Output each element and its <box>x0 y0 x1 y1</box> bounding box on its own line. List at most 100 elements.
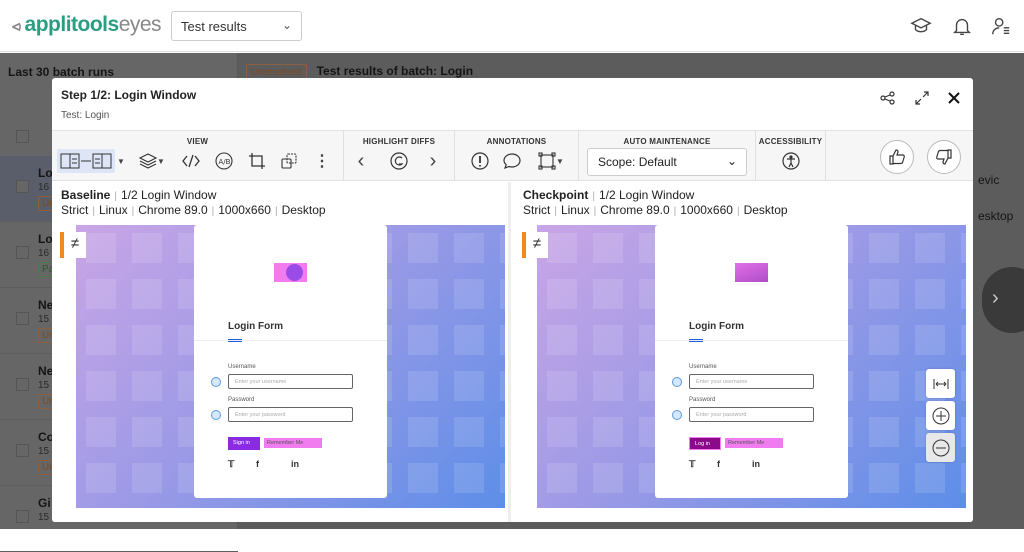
scope-select[interactable]: Scope: Default ⌄ <box>587 148 747 176</box>
background-tile <box>408 233 438 263</box>
background-tile <box>961 279 966 309</box>
background-tile <box>408 417 438 447</box>
view-group: VIEW ▼ ▼ A/B ⋮ <box>52 131 344 181</box>
close-icon[interactable] <box>946 90 962 106</box>
checkpoint-panel: Checkpoint | 1/2 Login Window Strict | Linux… <box>514 182 973 522</box>
previous-diff-button[interactable]: ‹ <box>349 149 373 173</box>
background-tile <box>593 279 623 309</box>
accessibility-group: ACCESSIBILITY <box>756 131 826 181</box>
annotations-group: ANNOTATIONS ▼ <box>455 131 579 181</box>
copy-regions-icon[interactable] <box>277 149 301 173</box>
next-diff-button[interactable]: › <box>421 149 445 173</box>
crop-icon[interactable] <box>245 149 269 173</box>
background-tile <box>408 279 438 309</box>
facebook-icon[interactable]: f <box>256 459 259 469</box>
layers-icon[interactable]: ▼ <box>134 149 170 173</box>
background-tile <box>132 371 162 401</box>
background-tile <box>86 463 116 493</box>
ab-compare-icon[interactable]: A/B <box>212 149 236 173</box>
username-input[interactable]: Enter your username <box>228 374 353 389</box>
twitter-icon[interactable]: 𝕋 <box>689 459 695 470</box>
checkbox[interactable] <box>16 312 29 325</box>
fit-width-icon <box>933 378 948 389</box>
sidebar-title: Last 30 batch runs <box>8 65 115 79</box>
step-dialog: Step 1/2: Login Window Test: Login VIEW … <box>52 78 973 522</box>
log-in-button[interactable]: Log in <box>689 437 721 450</box>
comment-icon[interactable] <box>500 149 524 173</box>
highlight-diffs-group: HIGHLIGHT DIFFS ‹ › <box>344 131 455 181</box>
baseline-panel: Baseline | 1/2 Login Window Strict | Linux | C… <box>52 182 511 522</box>
thumbs-up-button[interactable] <box>880 140 914 174</box>
zoom-in-button[interactable] <box>926 401 955 430</box>
remember-me-checkbox[interactable]: Remember Me <box>725 438 783 448</box>
more-options-icon[interactable]: ⋮ <box>310 149 334 173</box>
background-tile <box>500 233 505 263</box>
password-input[interactable]: Enter your password <box>689 407 814 422</box>
background-tile <box>500 371 505 401</box>
applitools-logo[interactable]: ⪦ applitoolseyes <box>12 13 162 37</box>
highlight-diffs-icon[interactable] <box>387 149 411 173</box>
select-all-checkbox[interactable] <box>16 130 29 143</box>
login-card: Login Form Username Enter your username … <box>194 225 387 498</box>
code-icon[interactable] <box>179 149 203 173</box>
thumbs-down-button[interactable] <box>927 140 961 174</box>
batch-title: Test results of batch: Login <box>316 64 474 78</box>
checkbox[interactable] <box>16 246 29 259</box>
fit-width-button[interactable] <box>926 369 955 398</box>
checkbox[interactable] <box>16 180 29 193</box>
background-tile <box>454 279 484 309</box>
background-tile <box>500 279 505 309</box>
background-tile <box>961 463 966 493</box>
background-tile <box>869 325 899 355</box>
background-tile <box>593 463 623 493</box>
issue-icon[interactable] <box>468 149 492 173</box>
background-tile <box>132 417 162 447</box>
login-card: Login Form Username Enter your username … <box>655 225 848 498</box>
background-tile <box>593 325 623 355</box>
background-tile <box>547 463 577 493</box>
not-equal-icon[interactable]: ≠ <box>522 232 548 258</box>
expand-icon[interactable] <box>914 90 930 106</box>
toolbar: VIEW ▼ ▼ A/B ⋮ HIGHLIGHT DIFFS ‹ › ANNOT… <box>52 130 973 181</box>
twitter-icon[interactable]: 𝕋 <box>228 459 234 470</box>
background-tile <box>408 325 438 355</box>
checkbox[interactable] <box>16 378 29 391</box>
background-tile <box>132 325 162 355</box>
background-tile <box>915 325 945 355</box>
baseline-screenshot[interactable]: Login Form Username Enter your username … <box>76 225 505 508</box>
bell-icon[interactable] <box>951 15 973 37</box>
background-tile <box>869 463 899 493</box>
graduation-cap-icon[interactable] <box>910 15 932 37</box>
zoom-out-icon <box>932 439 949 456</box>
background-tile <box>869 417 899 447</box>
accessibility-icon[interactable] <box>779 149 803 173</box>
user-icon <box>672 377 682 387</box>
background-tile <box>408 371 438 401</box>
background-tile <box>408 463 438 493</box>
region-tool-icon[interactable]: ▼ <box>533 149 569 173</box>
checkbox[interactable] <box>16 510 29 523</box>
linkedin-icon[interactable]: in <box>291 459 299 469</box>
zoom-out-button[interactable] <box>926 433 955 462</box>
background-tile <box>547 371 577 401</box>
password-input[interactable]: Enter your password <box>228 407 353 422</box>
facebook-icon[interactable]: f <box>717 459 720 469</box>
background-tile <box>86 279 116 309</box>
background-tile <box>454 417 484 447</box>
linkedin-icon[interactable]: in <box>752 459 760 469</box>
background-tile <box>86 233 116 263</box>
user-settings-icon[interactable] <box>990 15 1012 37</box>
background-tile <box>547 233 577 263</box>
checkbox[interactable] <box>16 444 29 457</box>
view-select[interactable]: Test results ⌄ <box>171 11 302 41</box>
background-tile <box>86 371 116 401</box>
view-dropdown-caret[interactable]: ▼ <box>115 149 127 173</box>
not-equal-icon[interactable]: ≠ <box>60 232 86 258</box>
share-icon[interactable] <box>880 90 896 106</box>
remember-me-checkbox[interactable]: Remember Me <box>264 438 322 448</box>
username-input[interactable]: Enter your username <box>689 374 814 389</box>
user-icon <box>211 377 221 387</box>
sign-in-button[interactable]: Sign in <box>228 437 260 450</box>
checkpoint-screenshot[interactable]: Login Form Username Enter your username … <box>537 225 966 508</box>
side-by-side-view-button[interactable] <box>57 149 115 173</box>
